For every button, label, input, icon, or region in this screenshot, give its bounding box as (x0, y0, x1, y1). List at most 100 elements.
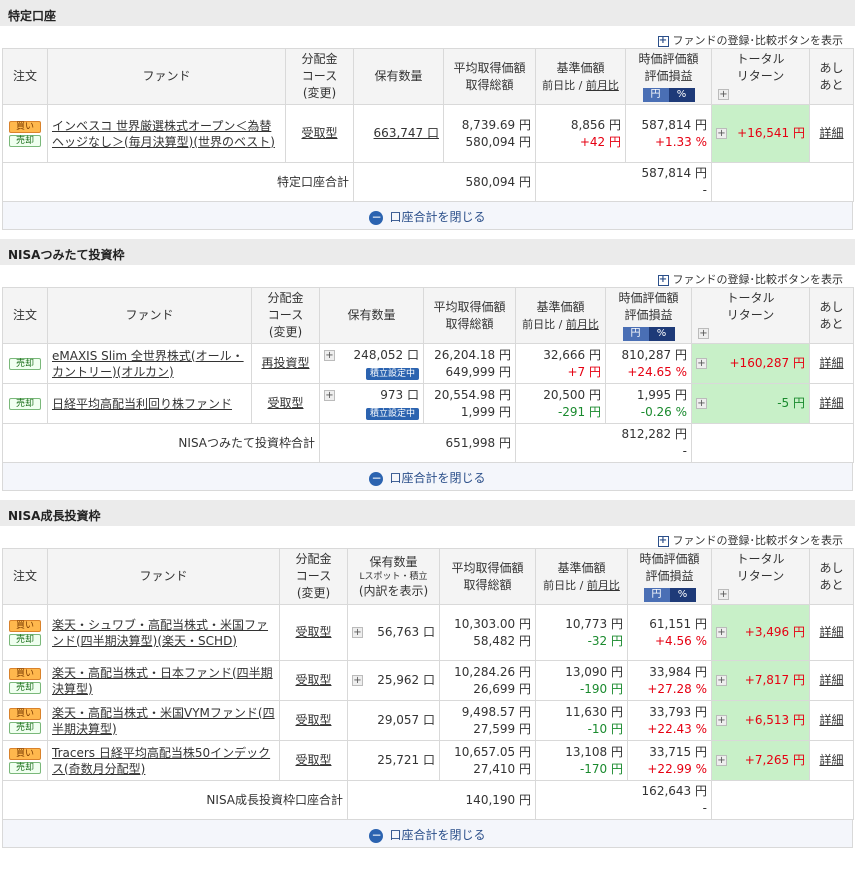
yen-pct-toggle[interactable]: 円% (643, 588, 696, 602)
buy-button[interactable]: 買い (9, 120, 41, 133)
course-link[interactable]: 再投資型 (261, 356, 309, 370)
day-change: -10 円 (587, 721, 623, 736)
minus-circle-icon: − (369, 209, 384, 225)
detail-link[interactable]: 詳細 (819, 753, 843, 767)
expand-icon[interactable]: + (718, 89, 729, 100)
fund-name-link[interactable]: 日経平均高配当利回り株ファンド (52, 397, 232, 411)
course-link[interactable]: 受取型 (295, 713, 331, 727)
fund-name-link[interactable]: インベスコ 世界厳選株式オープン＜為替ヘッジなし＞(毎月決算型)(世界のベスト) (52, 119, 275, 149)
course-link[interactable]: 受取型 (295, 625, 331, 639)
profit-loss: +24.65 % (627, 364, 687, 379)
col-order: 注文 (2, 287, 48, 344)
col-order: 注文 (2, 48, 48, 105)
course-link[interactable]: 受取型 (301, 126, 337, 140)
expand-icon[interactable]: + (696, 398, 707, 409)
plus-icon: + (657, 273, 669, 286)
sell-button[interactable]: 売却 (9, 357, 41, 370)
market-value: 33,984 円 (649, 664, 707, 679)
register-compare-toggle[interactable]: + ファンドの登録･比較ボタンを表示 (0, 26, 855, 48)
detail-link[interactable]: 詳細 (819, 713, 843, 727)
avg-price: 10,284.26 円 (454, 664, 531, 679)
prev-month-sort-link[interactable]: 前月比 (587, 579, 620, 592)
total-pl: - (682, 444, 687, 458)
avg-price: 20,554.98 円 (434, 387, 511, 402)
sell-button[interactable]: 売却 (9, 633, 41, 646)
detail-link[interactable]: 詳細 (819, 356, 843, 370)
close-total-button[interactable]: − 口座合計を閉じる (2, 820, 853, 848)
expand-icon[interactable]: + (716, 675, 727, 686)
prev-month-sort-link[interactable]: 前月比 (566, 318, 599, 331)
detail-link[interactable]: 詳細 (819, 625, 843, 639)
market-value: 33,715 円 (649, 744, 707, 759)
fund-name-link[interactable]: 楽天・高配当株式・日本ファンド(四半期決算型) (52, 666, 273, 696)
total-row: NISA成長投資枠口座合計 140,190 円 162,643 円 - (2, 780, 854, 820)
col-qty: 保有数量 (353, 48, 444, 105)
col-return: トータル リターン + (711, 548, 810, 605)
holdings-table-nisa-growth: 注文 ファンド 分配金 コース (変更) 保有数量 Lスポット・積立 (内訳を表示) 平… (2, 548, 854, 820)
section-title-nisa-tsumitate: NISAつみたて投資枠 (0, 239, 855, 265)
prev-month-sort-link[interactable]: 前月比 (586, 79, 619, 92)
sell-button[interactable]: 売却 (9, 134, 41, 147)
detail-link[interactable]: 詳細 (819, 126, 843, 140)
qty-link[interactable]: 663,747 口 (374, 126, 439, 140)
total-cost: 580,094 円 (353, 162, 536, 202)
total-value: 162,643 円 (641, 784, 707, 798)
avg-price: 26,204.18 円 (434, 347, 511, 362)
fund-name-link[interactable]: Tracers 日経平均高配当株50インデックス(奇数月分配型) (52, 746, 270, 776)
total-cost: 27,410 円 (473, 761, 531, 776)
register-compare-toggle[interactable]: + ファンドの登録･比較ボタンを表示 (0, 526, 855, 548)
yen-pct-toggle[interactable]: 円% (622, 327, 675, 341)
sell-button[interactable]: 売却 (9, 681, 41, 694)
buy-button[interactable]: 買い (9, 619, 41, 632)
plus-icon: + (657, 34, 669, 47)
market-value: 587,814 円 (641, 117, 707, 132)
col-ashiato: あし あと (809, 48, 854, 105)
expand-icon[interactable]: + (716, 715, 727, 726)
register-compare-toggle[interactable]: + ファンドの登録･比較ボタンを表示 (0, 265, 855, 287)
expand-icon[interactable]: + (324, 349, 335, 361)
breakdown-link[interactable]: (内訳を表示) (350, 583, 437, 600)
close-total-button[interactable]: − 口座合計を閉じる (2, 463, 853, 491)
total-return: +7,817 円 (744, 673, 805, 687)
table-row: 買い 売却 インベスコ 世界厳選株式オープン＜為替ヘッジなし＞(毎月決算型)(世界… (2, 104, 854, 163)
expand-icon[interactable]: + (324, 389, 335, 401)
buy-button[interactable]: 買い (9, 667, 41, 680)
col-course: 分配金 コース (変更) (279, 548, 348, 605)
yen-pct-toggle[interactable]: 円% (642, 88, 695, 102)
course-link[interactable]: 受取型 (295, 753, 331, 767)
expand-icon[interactable]: + (716, 128, 727, 139)
expand-icon[interactable]: + (352, 675, 363, 686)
total-cost: 649,999 円 (445, 364, 511, 379)
col-base: 基準価額 前日比 / 前月比 (535, 548, 628, 605)
day-change: -291 円 (557, 404, 601, 419)
expand-icon[interactable]: + (352, 627, 363, 638)
sell-button[interactable]: 売却 (9, 721, 41, 734)
qty-value: 25,721 口 (377, 753, 435, 767)
expand-icon[interactable]: + (718, 589, 729, 600)
total-value: 812,282 円 (621, 427, 687, 441)
expand-icon[interactable]: + (716, 627, 727, 638)
fund-name-link[interactable]: eMAXIS Slim 全世界株式(オール・カントリー)(オルカン) (52, 349, 244, 379)
qty-value: 25,962 口 (377, 673, 435, 687)
holdings-table-nisa-tsumitate: 注文 ファンド 分配金 コース (変更) 保有数量 平均取得価額 取得総額 基準価額前… (2, 287, 854, 463)
base-price: 10,773 円 (565, 616, 623, 631)
expand-icon[interactable]: + (696, 358, 707, 369)
detail-link[interactable]: 詳細 (819, 396, 843, 410)
expand-icon[interactable]: + (698, 328, 709, 339)
fund-name-link[interactable]: 楽天・高配当株式・米国VYMファンド(四半期決算型) (52, 706, 275, 736)
expand-icon[interactable]: + (716, 755, 727, 766)
col-base: 基準価額 前日比 / 前月比 (535, 48, 626, 105)
total-pl: - (702, 801, 707, 815)
base-price: 13,090 円 (565, 664, 623, 679)
sell-button[interactable]: 売却 (9, 761, 41, 774)
close-total-button[interactable]: − 口座合計を閉じる (2, 202, 853, 230)
fund-name-link[interactable]: 楽天・シュワブ・高配当株式・米国ファンド(四半期決算型)(楽天・SCHD) (52, 618, 268, 648)
market-value: 61,151 円 (649, 616, 707, 631)
course-link[interactable]: 受取型 (267, 396, 303, 410)
course-link[interactable]: 受取型 (295, 673, 331, 687)
register-compare-label: ファンドの登録･比較ボタンを表示 (672, 534, 844, 547)
sell-button[interactable]: 売却 (9, 397, 41, 410)
buy-button[interactable]: 買い (9, 707, 41, 720)
detail-link[interactable]: 詳細 (819, 673, 843, 687)
buy-button[interactable]: 買い (9, 747, 41, 760)
